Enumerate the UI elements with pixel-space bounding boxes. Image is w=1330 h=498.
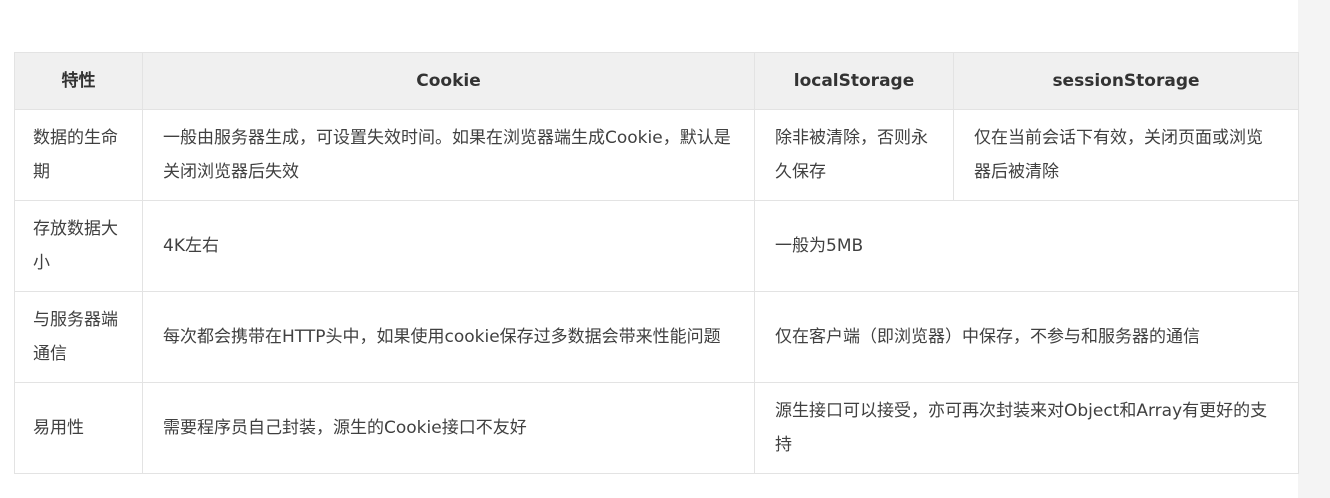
table-row: 与服务器端通信 每次都会携带在HTTP头中，如果使用cookie保存过多数据会带… bbox=[14, 291, 1299, 383]
cookie-cell: 4K左右 bbox=[142, 200, 755, 292]
sessionstorage-cell: 仅在当前会话下有效，关闭页面或浏览器后被清除 bbox=[953, 109, 1299, 201]
scrollbar-track[interactable] bbox=[1298, 0, 1330, 498]
feature-cell: 存放数据大小 bbox=[14, 200, 143, 292]
header-row: 特性 Cookie localStorage sessionStorage bbox=[14, 52, 1299, 110]
header-localstorage: localStorage bbox=[754, 52, 954, 110]
header-cookie: Cookie bbox=[142, 52, 755, 110]
storage-cell: 仅在客户端（即浏览器）中保存，不参与和服务器的通信 bbox=[754, 291, 1299, 383]
header-feature: 特性 bbox=[14, 52, 143, 110]
storage-cell: 一般为5MB bbox=[754, 200, 1299, 292]
comparison-table: 特性 Cookie localStorage sessionStorage 数据… bbox=[14, 52, 1299, 474]
cookie-cell: 每次都会携带在HTTP头中，如果使用cookie保存过多数据会带来性能问题 bbox=[142, 291, 755, 383]
storage-cell: 源生接口可以接受，亦可再次封装来对Object和Array有更好的支持 bbox=[754, 382, 1299, 474]
table-row: 易用性 需要程序员自己封装，源生的Cookie接口不友好 源生接口可以接受，亦可… bbox=[14, 382, 1299, 474]
feature-cell: 易用性 bbox=[14, 382, 143, 474]
table-row: 数据的生命期 一般由服务器生成，可设置失效时间。如果在浏览器端生成Cookie，… bbox=[14, 109, 1299, 201]
localstorage-cell: 除非被清除，否则永久保存 bbox=[754, 109, 954, 201]
feature-cell: 数据的生命期 bbox=[14, 109, 143, 201]
table-row: 存放数据大小 4K左右 一般为5MB bbox=[14, 200, 1299, 292]
header-sessionstorage: sessionStorage bbox=[953, 52, 1299, 110]
cookie-cell: 需要程序员自己封装，源生的Cookie接口不友好 bbox=[142, 382, 755, 474]
cookie-cell: 一般由服务器生成，可设置失效时间。如果在浏览器端生成Cookie，默认是关闭浏览… bbox=[142, 109, 755, 201]
feature-cell: 与服务器端通信 bbox=[14, 291, 143, 383]
